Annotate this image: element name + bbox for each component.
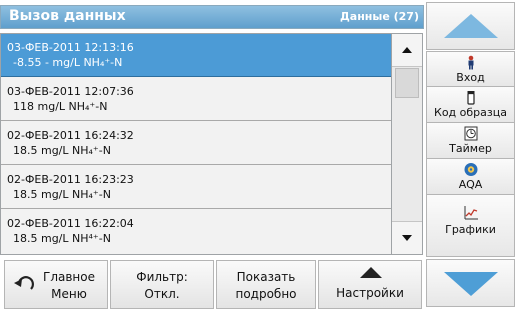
person-icon (468, 55, 474, 70)
list-item[interactable]: 03-ФЕВ-2011 12:13:16 -8.55 - mg/L NH₄⁺-N (1, 34, 391, 77)
right-panel: Вход Код образца Таймер AQA Графики (426, 0, 516, 309)
aqa-icon (464, 163, 478, 176)
item-datetime: 03-ФЕВ-2011 12:13:16 (7, 41, 134, 54)
sample-vial-icon (467, 91, 475, 105)
main-menu-line2: Меню (51, 287, 87, 301)
item-datetime: 02-ФЕВ-2011 16:23:23 (7, 173, 134, 186)
data-count: Данные (27) (339, 10, 419, 23)
settings-button[interactable]: Настройки (318, 260, 422, 309)
graph-icon (464, 206, 478, 220)
login-label: Вход (456, 71, 485, 84)
sample-id-label: Код образца (434, 106, 507, 119)
settings-label: Настройки (336, 286, 404, 300)
list-item[interactable]: 03-ФЕВ-2011 12:07:36 118 mg/L NH₄⁺-N (1, 78, 391, 121)
item-datetime: 03-ФЕВ-2011 12:07:36 (7, 85, 134, 98)
list-item[interactable]: 02-ФЕВ-2011 16:23:23 18.5 mg/L NH₄⁺-N (1, 166, 391, 209)
details-line1: Показать (236, 270, 296, 284)
bottom-bar: Главное Меню Фильтр: Откл. Показать подр… (0, 256, 424, 309)
sample-id-button[interactable]: Код образца (426, 87, 515, 123)
aqa-button[interactable]: AQA (426, 159, 515, 195)
filter-line2: Откл. (144, 287, 180, 301)
filter-line1: Фильтр: (136, 270, 188, 284)
list-scrollbar[interactable] (392, 33, 423, 255)
show-details-button[interactable]: Показать подробно (216, 260, 316, 309)
data-list: 03-ФЕВ-2011 12:13:16 -8.55 - mg/L NH₄⁺-N… (0, 33, 392, 255)
timer-button[interactable]: Таймер (426, 123, 515, 159)
item-value: -8.55 - mg/L NH₄⁺-N (13, 56, 123, 69)
scroll-up-button[interactable] (392, 34, 422, 67)
triangle-up-icon (360, 267, 382, 278)
item-value: 118 mg/L NH₄⁺-N (13, 100, 108, 113)
title-bar: Вызов данных Данные (27) (0, 5, 424, 29)
aqa-label: AQA (458, 178, 483, 191)
page-down-button[interactable] (426, 259, 515, 307)
screen: Вызов данных Данные (27) 03-ФЕВ-2011 12:… (0, 0, 516, 309)
list-item[interactable]: 02-ФЕВ-2011 16:24:32 18.5 mg/L NH₄⁺-N (1, 122, 391, 165)
item-value: 18.5 mg/L NH⁴⁺-N (13, 232, 111, 245)
scroll-thumb[interactable] (395, 68, 419, 98)
item-value: 18.5 mg/L NH₄⁺-N (13, 144, 111, 157)
graphs-label: Графики (445, 223, 496, 236)
item-datetime: 02-ФЕВ-2011 16:22:04 (7, 217, 134, 230)
timer-label: Таймер (449, 142, 492, 155)
main-menu-button[interactable]: Главное Меню (4, 260, 108, 309)
timer-icon (464, 126, 478, 141)
details-line2: подробно (235, 287, 297, 301)
item-value: 18.5 mg/L NH₄⁺-N (13, 188, 111, 201)
list-item[interactable]: 02-ФЕВ-2011 16:22:04 18.5 mg/L NH⁴⁺-N (1, 210, 391, 253)
item-datetime: 02-ФЕВ-2011 16:24:32 (7, 129, 134, 142)
triangle-up-icon (402, 47, 412, 53)
page-up-button[interactable] (426, 2, 515, 50)
arrow-down-icon (444, 272, 498, 296)
triangle-down-icon (402, 235, 412, 241)
page-title: Вызов данных (9, 8, 126, 24)
scroll-down-button[interactable] (392, 221, 422, 254)
main-menu-line1: Главное (43, 270, 95, 284)
login-button[interactable]: Вход (426, 51, 515, 87)
filter-button[interactable]: Фильтр: Откл. (110, 260, 214, 309)
arrow-up-icon (444, 14, 498, 38)
graphs-button[interactable]: Графики (426, 195, 515, 257)
